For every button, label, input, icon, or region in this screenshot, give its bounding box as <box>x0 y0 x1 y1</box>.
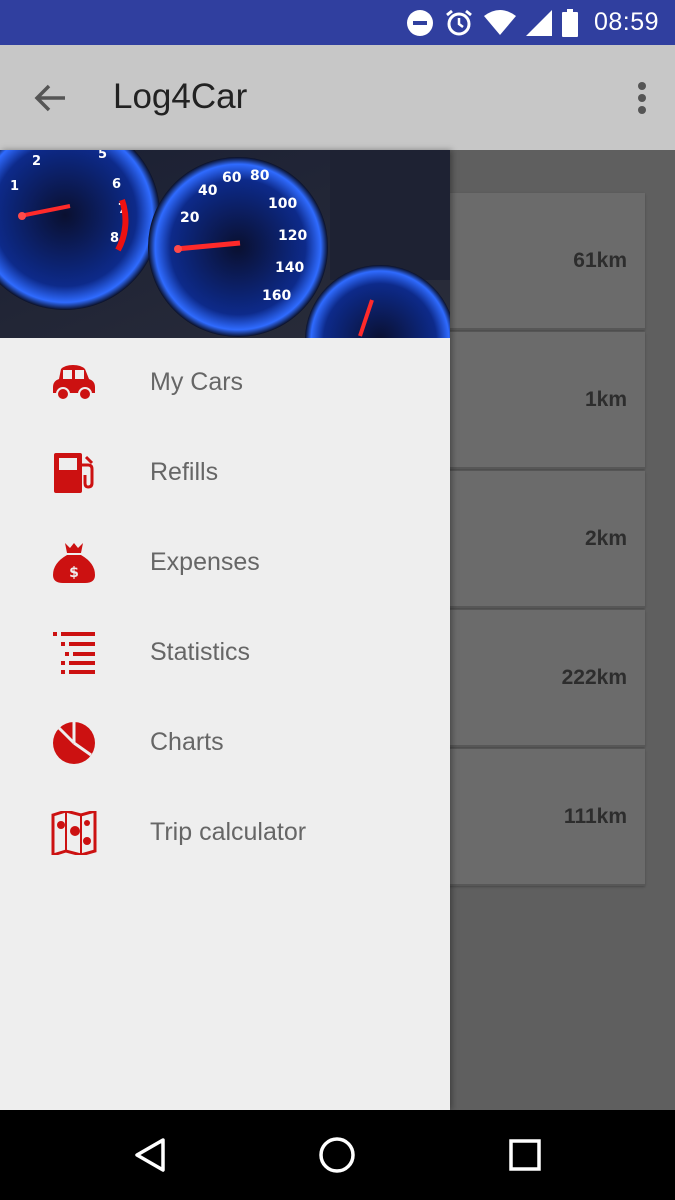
status-bar: 08:59 <box>0 0 675 45</box>
trip-card[interactable]: 2km <box>435 471 645 608</box>
svg-text:120: 120 <box>278 228 307 244</box>
menu-item-my-cars[interactable]: My Cars <box>0 338 450 428</box>
list-icon <box>50 630 98 676</box>
menu-item-charts[interactable]: Charts <box>0 698 450 788</box>
signal-icon <box>525 9 552 36</box>
home-circle-icon <box>319 1137 355 1173</box>
do-not-disturb-icon <box>406 9 434 37</box>
app-bar: Log4Car <box>0 45 675 150</box>
system-nav-bar <box>0 1110 675 1200</box>
svg-text:60: 60 <box>222 170 242 186</box>
navigation-drawer: 256 781 40 60 80 100 120 140 160 20 My C… <box>0 150 450 1110</box>
svg-text:8: 8 <box>110 231 119 246</box>
trip-card[interactable]: 61km <box>435 193 645 330</box>
recents-square-icon <box>509 1139 541 1171</box>
back-button[interactable] <box>22 73 78 123</box>
money-bag-icon: $ <box>50 540 98 586</box>
svg-text:140: 140 <box>275 260 304 276</box>
nav-back-button[interactable] <box>125 1130 175 1180</box>
nav-home-button[interactable] <box>312 1130 362 1180</box>
trip-distance: 111km <box>563 805 627 828</box>
trip-distance: 61km <box>573 249 627 272</box>
menu-item-trip-calculator[interactable]: Trip calculator <box>0 788 450 878</box>
map-icon <box>50 810 98 856</box>
battery-icon <box>561 8 578 37</box>
nav-recents-button[interactable] <box>500 1130 550 1180</box>
svg-text:2: 2 <box>32 154 41 169</box>
pie-chart-icon <box>50 720 98 766</box>
menu-label: My Cars <box>150 368 244 396</box>
svg-text:40: 40 <box>198 183 218 199</box>
menu-label: Expenses <box>150 548 260 576</box>
svg-text:5: 5 <box>98 150 107 162</box>
trip-card[interactable]: 1km <box>435 332 645 469</box>
svg-text:1: 1 <box>10 179 19 194</box>
svg-text:100: 100 <box>268 196 297 212</box>
trip-card[interactable]: 222km <box>435 610 645 747</box>
status-time: 08:59 <box>593 8 659 36</box>
svg-text:160: 160 <box>262 288 291 304</box>
menu-item-statistics[interactable]: Statistics <box>0 608 450 698</box>
trip-distance: 1km <box>584 388 627 411</box>
trip-distance: 2km <box>584 527 627 550</box>
status-icons: 08:59 <box>406 0 659 45</box>
svg-text:20: 20 <box>180 210 200 226</box>
menu-item-expenses[interactable]: $ Expenses <box>0 518 450 608</box>
app-title: Log4Car <box>113 77 248 116</box>
fuel-pump-icon <box>50 450 98 496</box>
drawer-header-image: 256 781 40 60 80 100 120 140 160 20 <box>0 150 450 338</box>
back-triangle-icon <box>135 1138 165 1172</box>
menu-label: Trip calculator <box>150 818 307 846</box>
svg-text:$: $ <box>69 565 79 581</box>
svg-text:80: 80 <box>250 168 270 184</box>
menu-label: Charts <box>150 728 224 756</box>
more-vert-icon <box>638 82 646 114</box>
trip-distance: 222km <box>561 666 627 689</box>
trip-card[interactable]: 111km <box>435 749 645 886</box>
arrow-back-icon <box>34 84 65 112</box>
menu-item-refills[interactable]: Refills <box>0 428 450 518</box>
car-icon <box>50 360 98 406</box>
menu-label: Statistics <box>150 638 251 666</box>
wifi-icon <box>483 9 516 36</box>
svg-text:6: 6 <box>112 177 121 192</box>
alarm-icon <box>444 8 474 38</box>
overflow-menu-button[interactable] <box>627 75 657 121</box>
menu-label: Refills <box>150 458 219 486</box>
